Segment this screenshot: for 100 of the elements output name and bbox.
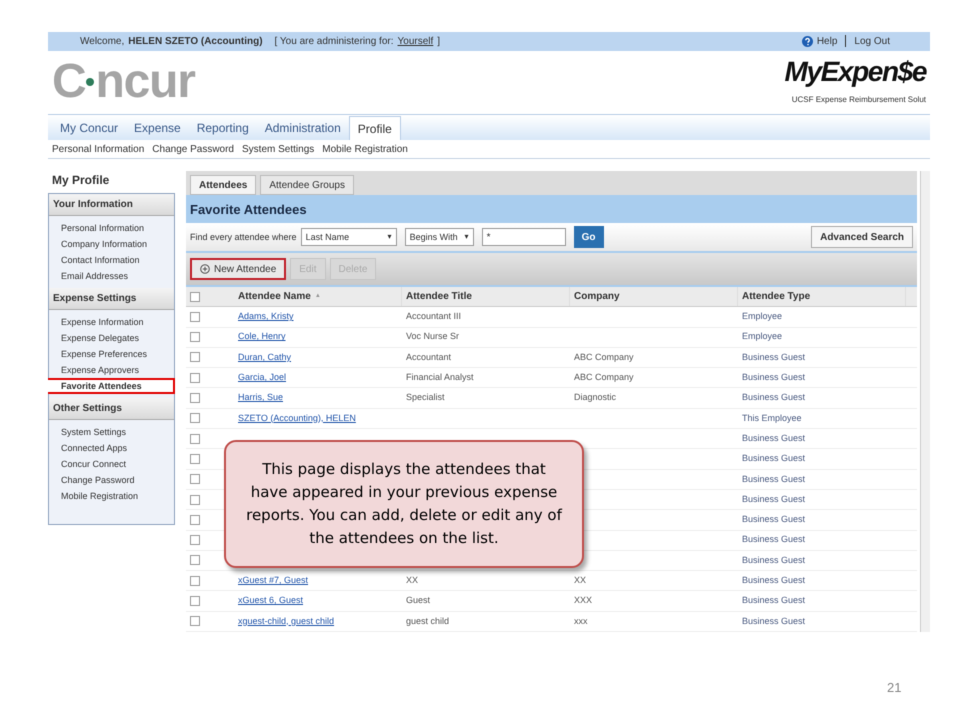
go-button[interactable]: Go — [574, 226, 604, 248]
table-cell-text: XX — [406, 574, 418, 587]
yourself-link[interactable]: Yourself — [398, 34, 434, 49]
table-cell-text: Accountant — [406, 350, 452, 364]
sub-nav-link[interactable]: Change Password — [152, 142, 234, 157]
plus-circle-icon — [200, 264, 210, 274]
select-all-checkbox[interactable] — [190, 292, 200, 302]
sub-nav-link[interactable]: Personal Information — [52, 142, 144, 157]
sidebar-item[interactable]: System Settings — [49, 424, 174, 440]
nav-tab[interactable]: My Concur — [52, 116, 126, 140]
table-cell-text: Business Guest — [742, 492, 806, 506]
operator-select[interactable]: Begins With ▾ — [404, 228, 474, 246]
attendee-link[interactable]: SZETO (Accounting), HELEN — [238, 412, 356, 426]
row-checkbox[interactable] — [190, 616, 200, 626]
row-checkbox[interactable] — [190, 332, 200, 342]
nav-tab[interactable]: Profile — [348, 116, 401, 140]
callout: This page displays the attendees that have appeared in your previous expense reports. You can add, delete or edit any of the attendees on the list. — [224, 440, 584, 568]
slide-number: 21 — [887, 679, 902, 697]
table-cell-text: Employee — [742, 330, 782, 344]
table-cell-text: Guest — [406, 594, 430, 608]
table-cell-text: Business Guest — [742, 371, 806, 384]
table-cell-text: Voc Nurse Sr — [406, 330, 460, 344]
table-cell-text: Business Guest — [742, 472, 806, 486]
table-cell-text: XX — [574, 574, 586, 587]
column-header[interactable]: Attendee Title — [402, 287, 570, 306]
logout-link[interactable]: Log Out — [854, 34, 890, 49]
row-checkbox[interactable] — [190, 535, 200, 546]
content-tab[interactable]: Attendees — [190, 175, 256, 196]
table-cell-text: Business Guest — [742, 533, 806, 546]
row-checkbox[interactable] — [190, 555, 200, 566]
table-cell-text: Business Guest — [742, 432, 806, 445]
table-cell-text: Business Guest — [742, 350, 806, 364]
welcome-text: Welcome, — [80, 34, 124, 49]
row-checkbox[interactable] — [190, 494, 200, 505]
toolbar-button[interactable]: New Attendee — [190, 258, 286, 280]
row-checkbox[interactable] — [190, 596, 200, 606]
row-checkbox[interactable] — [190, 352, 200, 362]
sidebar-item[interactable]: Email Addresses — [49, 268, 174, 284]
sidebar-item[interactable]: Expense Delegates — [49, 330, 174, 346]
help-icon — [802, 36, 813, 47]
table-cell-text: Business Guest — [742, 594, 806, 608]
row-checkbox[interactable] — [190, 434, 200, 444]
table-cell-text: Business Guest — [742, 614, 806, 628]
sidebar-item[interactable]: Company Information — [49, 236, 174, 252]
table-cell-text: Business Guest — [742, 554, 806, 567]
user-name: HELEN SZETO (Accounting) — [128, 34, 263, 49]
row-checkbox[interactable] — [190, 474, 200, 484]
row-checkbox[interactable] — [190, 312, 200, 322]
attendee-link[interactable]: xGuest 6, Guest — [238, 594, 304, 608]
nav-tab[interactable]: Administration — [256, 116, 349, 140]
sidebar-item[interactable]: Change Password — [49, 472, 174, 488]
help-link[interactable]: Help — [816, 34, 838, 49]
sidebar-item[interactable]: Personal Information — [49, 220, 174, 236]
scrollbar[interactable] — [920, 171, 930, 632]
table-cell-text: Specialist — [406, 391, 445, 404]
column-header[interactable]: Attendee Type — [738, 287, 906, 306]
sub-nav-link[interactable]: Mobile Registration — [322, 142, 408, 157]
table-cell-text: Business Guest — [742, 513, 806, 526]
attendee-link[interactable]: Duran, Cathy — [238, 350, 292, 364]
row-checkbox[interactable] — [190, 372, 200, 383]
sidebar-item[interactable]: Favorite Attendees — [48, 378, 175, 394]
sidebar-heading: Other Settings — [49, 398, 174, 420]
sidebar-heading: Expense Settings — [49, 288, 174, 310]
row-checkbox[interactable] — [190, 514, 200, 525]
sidebar-item[interactable]: Expense Preferences — [49, 346, 174, 362]
table-cell-text: ABC Company — [574, 350, 634, 364]
sidebar-item[interactable]: Expense Approvers — [49, 362, 174, 378]
table-cell-text: ABC Company — [574, 371, 634, 384]
sidebar-item[interactable]: Mobile Registration — [49, 488, 174, 504]
nav-tab[interactable]: Expense — [126, 116, 189, 140]
attendee-link[interactable]: xGuest #7, Guest — [238, 574, 308, 588]
row-checkbox[interactable] — [190, 576, 200, 586]
caret-icon: ▾ — [464, 231, 469, 244]
sidebar-title: My Profile — [51, 172, 110, 190]
column-header[interactable]: Company — [570, 287, 738, 306]
search-field[interactable]: * — [482, 228, 566, 246]
row-checkbox[interactable] — [190, 393, 200, 404]
row-checkbox[interactable] — [190, 454, 200, 464]
field-select[interactable]: Last Name ▾ — [300, 228, 397, 246]
tagline: UCSF Expense Reimbursement Solut — [792, 94, 926, 106]
sub-nav-link[interactable]: System Settings — [242, 142, 314, 157]
attendee-link[interactable]: Garcia, Joel — [238, 371, 286, 385]
administering-text: [ You are administering for: — [274, 34, 394, 49]
table-cell-text: Business Guest — [742, 391, 806, 404]
sidebar-item[interactable]: Connected Apps — [49, 440, 174, 456]
row-checkbox[interactable] — [190, 413, 200, 424]
content-tab[interactable]: Attendee Groups — [260, 175, 354, 196]
advanced-search-button[interactable]: Advanced Search — [811, 226, 914, 248]
attendee-link[interactable]: xguest-child, guest child — [238, 614, 334, 628]
table-cell-text: Accountant III — [406, 310, 462, 324]
sidebar-item[interactable]: Concur Connect — [49, 456, 174, 472]
sidebar-item[interactable]: Contact Information — [49, 252, 174, 268]
attendee-link[interactable]: Harris, Sue — [238, 391, 284, 405]
search-label: Find every attendee where — [190, 230, 297, 244]
caret-icon: ▾ — [388, 231, 392, 244]
table-cell-text: xxx — [574, 614, 588, 628]
attendee-link[interactable]: Cole, Henry — [238, 330, 286, 344]
sidebar-item[interactable]: Expense Information — [49, 314, 174, 330]
attendee-link[interactable]: Adams, Kristy — [238, 310, 294, 324]
nav-tab[interactable]: Reporting — [188, 116, 257, 140]
